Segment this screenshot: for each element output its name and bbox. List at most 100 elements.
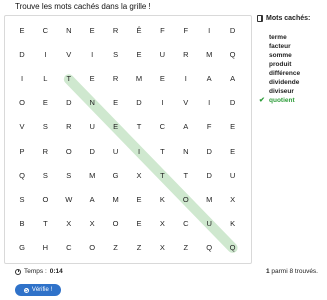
grid-cell[interactable]: P [11, 142, 33, 162]
grid-cell[interactable]: O [11, 93, 33, 113]
grid-cell[interactable]: H [34, 238, 56, 258]
grid-cell[interactable]: S [11, 190, 33, 210]
grid-cell[interactable]: D [222, 93, 244, 113]
grid-cell[interactable]: M [198, 190, 220, 210]
grid-cell[interactable]: I [34, 45, 56, 65]
grid-cell[interactable]: D [222, 21, 244, 41]
grid-cell[interactable]: I [198, 93, 220, 113]
grid-cell[interactable]: G [11, 238, 33, 258]
grid-cell[interactable]: B [11, 214, 33, 234]
grid-cell[interactable]: M [128, 69, 150, 89]
grid-cell[interactable]: I [128, 142, 150, 162]
grid-cell[interactable]: E [128, 190, 150, 210]
grid-cell[interactable]: O [175, 190, 197, 210]
grid-cell[interactable]: F [175, 21, 197, 41]
grid-cell[interactable]: T [34, 214, 56, 234]
grid-cell[interactable]: N [81, 93, 103, 113]
grid-cell[interactable]: A [175, 117, 197, 137]
grid-cell[interactable]: E [34, 93, 56, 113]
grid-cell[interactable]: D [198, 142, 220, 162]
grid-cell[interactable]: S [34, 117, 56, 137]
grid-cell[interactable]: X [58, 214, 80, 234]
grid-cell[interactable]: T [151, 166, 173, 186]
grid-cell[interactable]: I [11, 69, 33, 89]
grid-cell[interactable]: U [105, 142, 127, 162]
grid-cell[interactable]: F [151, 21, 173, 41]
grid-cell[interactable]: C [175, 214, 197, 234]
grid-cell[interactable]: O [81, 238, 103, 258]
grid-cell[interactable]: E [151, 69, 173, 89]
grid-cell[interactable]: R [58, 117, 80, 137]
grid-cell[interactable]: R [105, 69, 127, 89]
grid-cell[interactable]: E [222, 117, 244, 137]
grid-cell[interactable]: T [58, 69, 80, 89]
grid-cell[interactable]: E [222, 142, 244, 162]
grid-cell[interactable]: K [151, 190, 173, 210]
grid-cell[interactable]: R [175, 45, 197, 65]
grid-cell[interactable]: M [81, 166, 103, 186]
grid-cell[interactable]: D [128, 93, 150, 113]
grid-cell[interactable]: D [81, 142, 103, 162]
grid-cell[interactable]: U [198, 214, 220, 234]
grid-cell[interactable]: L [34, 69, 56, 89]
grid-cell[interactable]: O [58, 142, 80, 162]
grid-cell[interactable]: C [58, 238, 80, 258]
grid-cell[interactable]: X [81, 214, 103, 234]
grid-cell[interactable]: V [11, 117, 33, 137]
grid-cell[interactable]: R [105, 21, 127, 41]
grid-cell[interactable]: Z [175, 238, 197, 258]
grid-cell[interactable]: Z [105, 238, 127, 258]
grid-cell[interactable]: X [151, 214, 173, 234]
grid-cell[interactable]: Q [222, 45, 244, 65]
grid-cell[interactable]: S [105, 45, 127, 65]
grid-cell[interactable]: K [222, 214, 244, 234]
grid-cell[interactable]: Q [11, 166, 33, 186]
grid-cell[interactable]: I [151, 93, 173, 113]
grid-cell[interactable]: D [58, 93, 80, 113]
grid-cell[interactable]: T [175, 166, 197, 186]
grid-cell[interactable]: I [198, 21, 220, 41]
grid-cell[interactable]: Ê [128, 21, 150, 41]
verify-button[interactable]: Vérifie ! [15, 284, 61, 296]
grid-cell[interactable]: I [175, 69, 197, 89]
grid-cell[interactable]: C [151, 117, 173, 137]
grid-cell[interactable]: A [81, 190, 103, 210]
grid-cell[interactable]: S [34, 166, 56, 186]
grid-cell[interactable]: S [58, 166, 80, 186]
grid-cell[interactable]: D [11, 45, 33, 65]
grid-cell[interactable]: M [198, 45, 220, 65]
grid-cell[interactable]: D [198, 166, 220, 186]
grid-cell[interactable]: U [222, 166, 244, 186]
grid-cell[interactable]: O [34, 190, 56, 210]
grid-cell[interactable]: R [34, 142, 56, 162]
grid-cell[interactable]: Q [222, 238, 244, 258]
grid-cell[interactable]: E [128, 214, 150, 234]
grid-cell[interactable]: U [151, 45, 173, 65]
grid-cell[interactable]: X [151, 238, 173, 258]
grid-cell[interactable]: E [11, 21, 33, 41]
grid-cell[interactable]: T [151, 142, 173, 162]
grid-cell[interactable]: E [81, 69, 103, 89]
grid-cell[interactable]: O [105, 214, 127, 234]
grid-cell[interactable]: U [81, 117, 103, 137]
grid-cell[interactable]: Z [128, 238, 150, 258]
word-grid[interactable]: ECNERÊFFIDDIVISEURMQILTERMEIAAOEDNEDIVID… [4, 15, 252, 264]
grid-cell[interactable]: E [105, 117, 127, 137]
grid-cell[interactable]: G [105, 166, 127, 186]
grid-cell[interactable]: V [175, 93, 197, 113]
grid-cell[interactable]: C [34, 21, 56, 41]
grid-cell[interactable]: X [222, 190, 244, 210]
grid-cell[interactable]: A [198, 69, 220, 89]
grid-cell[interactable]: E [128, 45, 150, 65]
grid-cell[interactable]: X [128, 166, 150, 186]
grid-cell[interactable]: N [58, 21, 80, 41]
grid-cell[interactable]: T [128, 117, 150, 137]
grid-cell[interactable]: I [81, 45, 103, 65]
grid-cell[interactable]: N [175, 142, 197, 162]
grid-cell[interactable]: F [198, 117, 220, 137]
grid-cell[interactable]: E [81, 21, 103, 41]
grid-cell[interactable]: Q [198, 238, 220, 258]
grid-cell[interactable]: M [105, 190, 127, 210]
grid-cell[interactable]: V [58, 45, 80, 65]
grid-cell[interactable]: E [105, 93, 127, 113]
